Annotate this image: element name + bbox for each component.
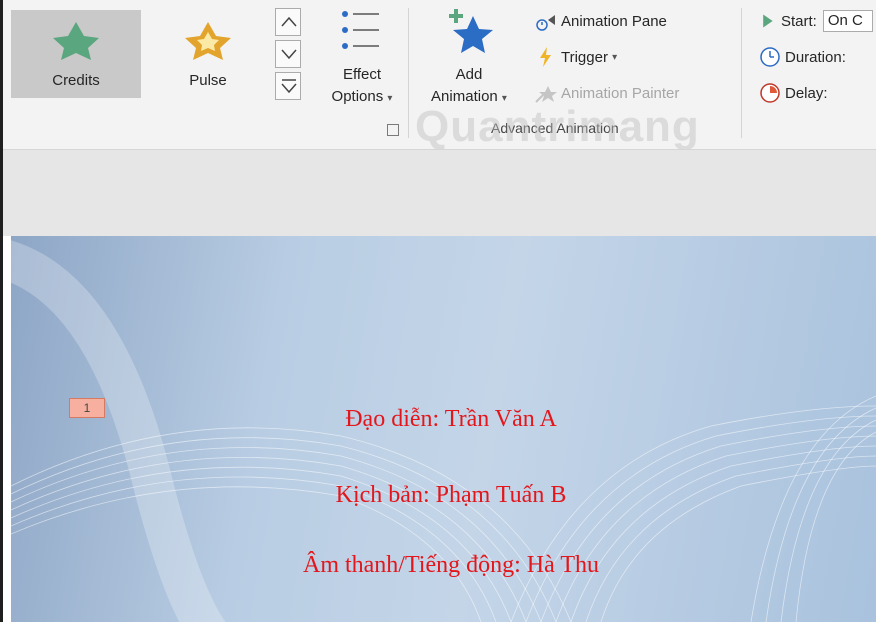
gallery-label-credits: Credits: [52, 72, 100, 89]
quantrimang-watermark: Quantrimang: [415, 102, 700, 151]
effect-options-label-line1: Effect: [342, 66, 382, 83]
effect-options-icon: [342, 11, 379, 49]
animation-gallery-pulse[interactable]: Pulse: [143, 10, 273, 98]
delay-label: Delay:: [785, 84, 828, 102]
effect-dialog-launcher-icon[interactable]: [387, 124, 399, 136]
play-triangle-icon: [763, 14, 773, 28]
start-timing-control: Start: On C: [761, 8, 873, 34]
chevron-up-icon: [281, 16, 297, 27]
animation-painter-label: Animation Painter: [561, 84, 680, 102]
ribbon-group-divider: [408, 8, 409, 138]
green-star-icon: [11, 20, 141, 60]
gallery-label-pulse: Pulse: [189, 72, 227, 89]
add-animation-star-icon: [449, 9, 493, 53]
delay-clock-icon: [760, 83, 780, 103]
clock-icon: [760, 47, 780, 67]
pulse-star-icon: [143, 20, 273, 60]
gallery-scroll-up-button[interactable]: [275, 8, 301, 36]
animation-pane-label: Animation Pane: [561, 12, 667, 30]
delay-control: Delay:: [759, 80, 828, 106]
duration-control: Duration:: [759, 44, 846, 70]
dropdown-arrow-icon: ▾: [387, 93, 393, 104]
start-label: Start:: [781, 12, 817, 30]
workspace-background: [3, 150, 876, 236]
lightning-icon: [540, 47, 551, 67]
animations-ribbon: Credits Pulse Effect Options ▾ Add Anima…: [3, 0, 876, 151]
ribbon-group-divider: [741, 8, 742, 138]
effect-options-label-line2: Options: [331, 88, 384, 105]
gallery-expand-icon: [281, 79, 297, 94]
animation-pane-icon: [536, 15, 555, 31]
animation-pane-button[interactable]: Animation Pane: [535, 8, 667, 34]
slide-canvas[interactable]: 1 Đạo diễn: Trần Văn A Kịch bản: Phạm Tu…: [11, 236, 876, 622]
gallery-scroll-down-button[interactable]: [275, 40, 301, 68]
add-animation-button[interactable]: Add Animation ▾: [421, 6, 517, 116]
add-animation-label-line1: Add: [455, 66, 483, 83]
animation-painter-icon: [535, 86, 557, 103]
powerpoint-window: Credits Pulse Effect Options ▾ Add Anima…: [0, 0, 876, 622]
chevron-down-icon: [281, 49, 297, 60]
gallery-more-button[interactable]: [275, 72, 301, 100]
credit-line-director[interactable]: Đạo diễn: Trần Văn A: [11, 406, 876, 433]
credit-line-script[interactable]: Kịch bản: Phạm Tuấn B: [11, 482, 876, 509]
duration-label: Duration:: [785, 48, 846, 66]
window-left-border: [0, 0, 3, 622]
animation-gallery-credits[interactable]: Credits: [11, 10, 141, 98]
start-select[interactable]: On C: [822, 10, 873, 32]
gallery-scroll-buttons: [275, 8, 303, 102]
credit-line-sound[interactable]: Âm thanh/Tiếng động: Hà Thu: [11, 552, 876, 579]
dropdown-arrow-icon: ▾: [612, 51, 618, 63]
effect-options-button[interactable]: Effect Options ▾: [321, 6, 403, 116]
trigger-label: Trigger: [561, 48, 608, 66]
trigger-button[interactable]: Trigger ▾: [535, 44, 617, 70]
